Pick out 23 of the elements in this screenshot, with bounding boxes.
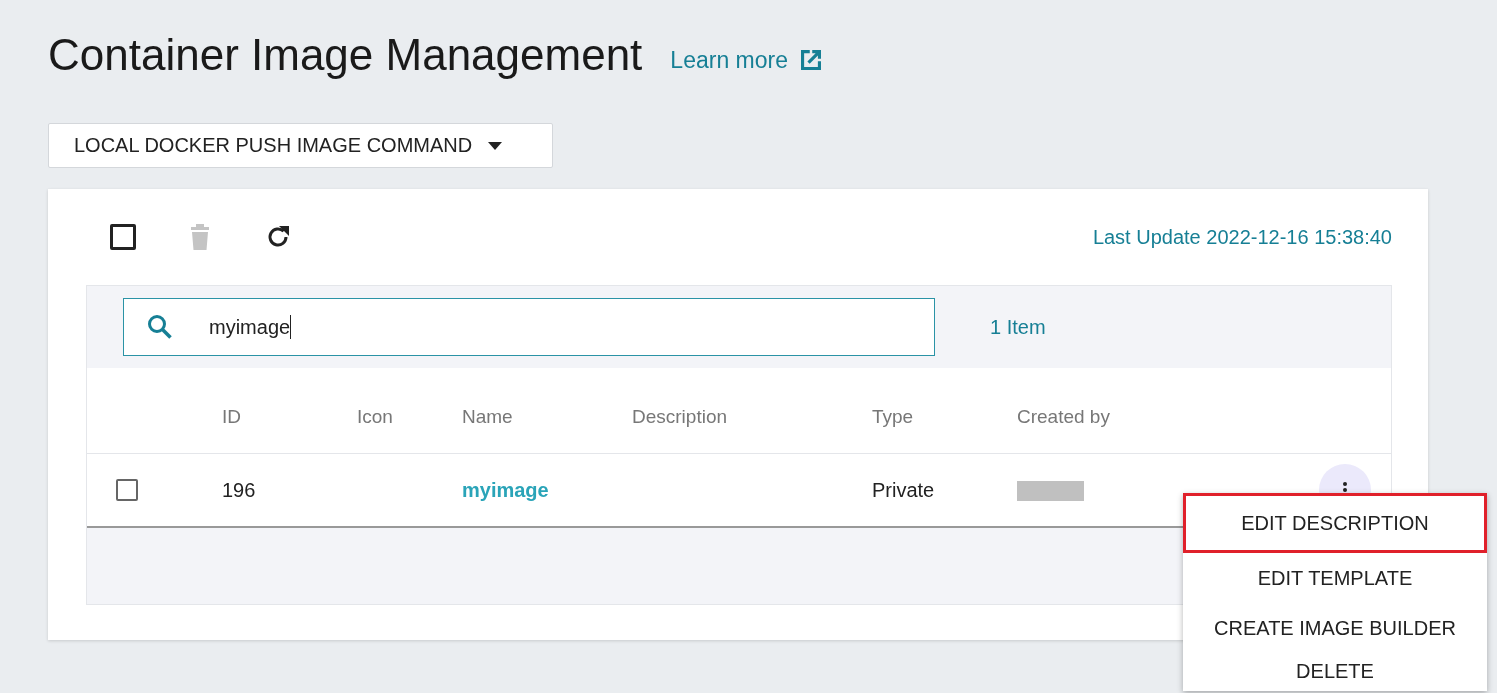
column-header: Created by: [1017, 406, 1111, 428]
search-field[interactable]: myimage: [123, 298, 935, 356]
search-icon: [146, 313, 174, 341]
menu-item[interactable]: EDIT DESCRIPTION: [1183, 493, 1487, 553]
push-command-dropdown[interactable]: LOCAL DOCKER PUSH IMAGE COMMAND: [48, 123, 553, 168]
column-header: Icon: [357, 406, 394, 428]
row-checkbox[interactable]: [116, 479, 138, 501]
column-header: Type: [872, 406, 915, 428]
menu-item[interactable]: CREATE IMAGE BUILDER: [1183, 603, 1487, 653]
select-all-checkbox[interactable]: [110, 224, 136, 250]
item-count: 1 Item: [990, 315, 1046, 339]
caret-icon: [488, 141, 503, 150]
last-update-text: Last Update 2022-12-16 15:38:40: [1092, 225, 1392, 249]
column-header: Name: [462, 406, 514, 428]
learn-more-link[interactable]: Learn more: [670, 45, 826, 75]
table-cell-text: Private: [872, 478, 936, 502]
menu-item[interactable]: DELETE: [1183, 653, 1487, 691]
table-cell-text: 196: [222, 478, 257, 502]
menu-item[interactable]: EDIT TEMPLATE: [1183, 553, 1487, 603]
column-header: Description: [632, 406, 729, 428]
redacted-block: [1017, 481, 1084, 502]
column-header: ID: [222, 406, 242, 428]
page-title: Container Image Management: [48, 30, 643, 80]
